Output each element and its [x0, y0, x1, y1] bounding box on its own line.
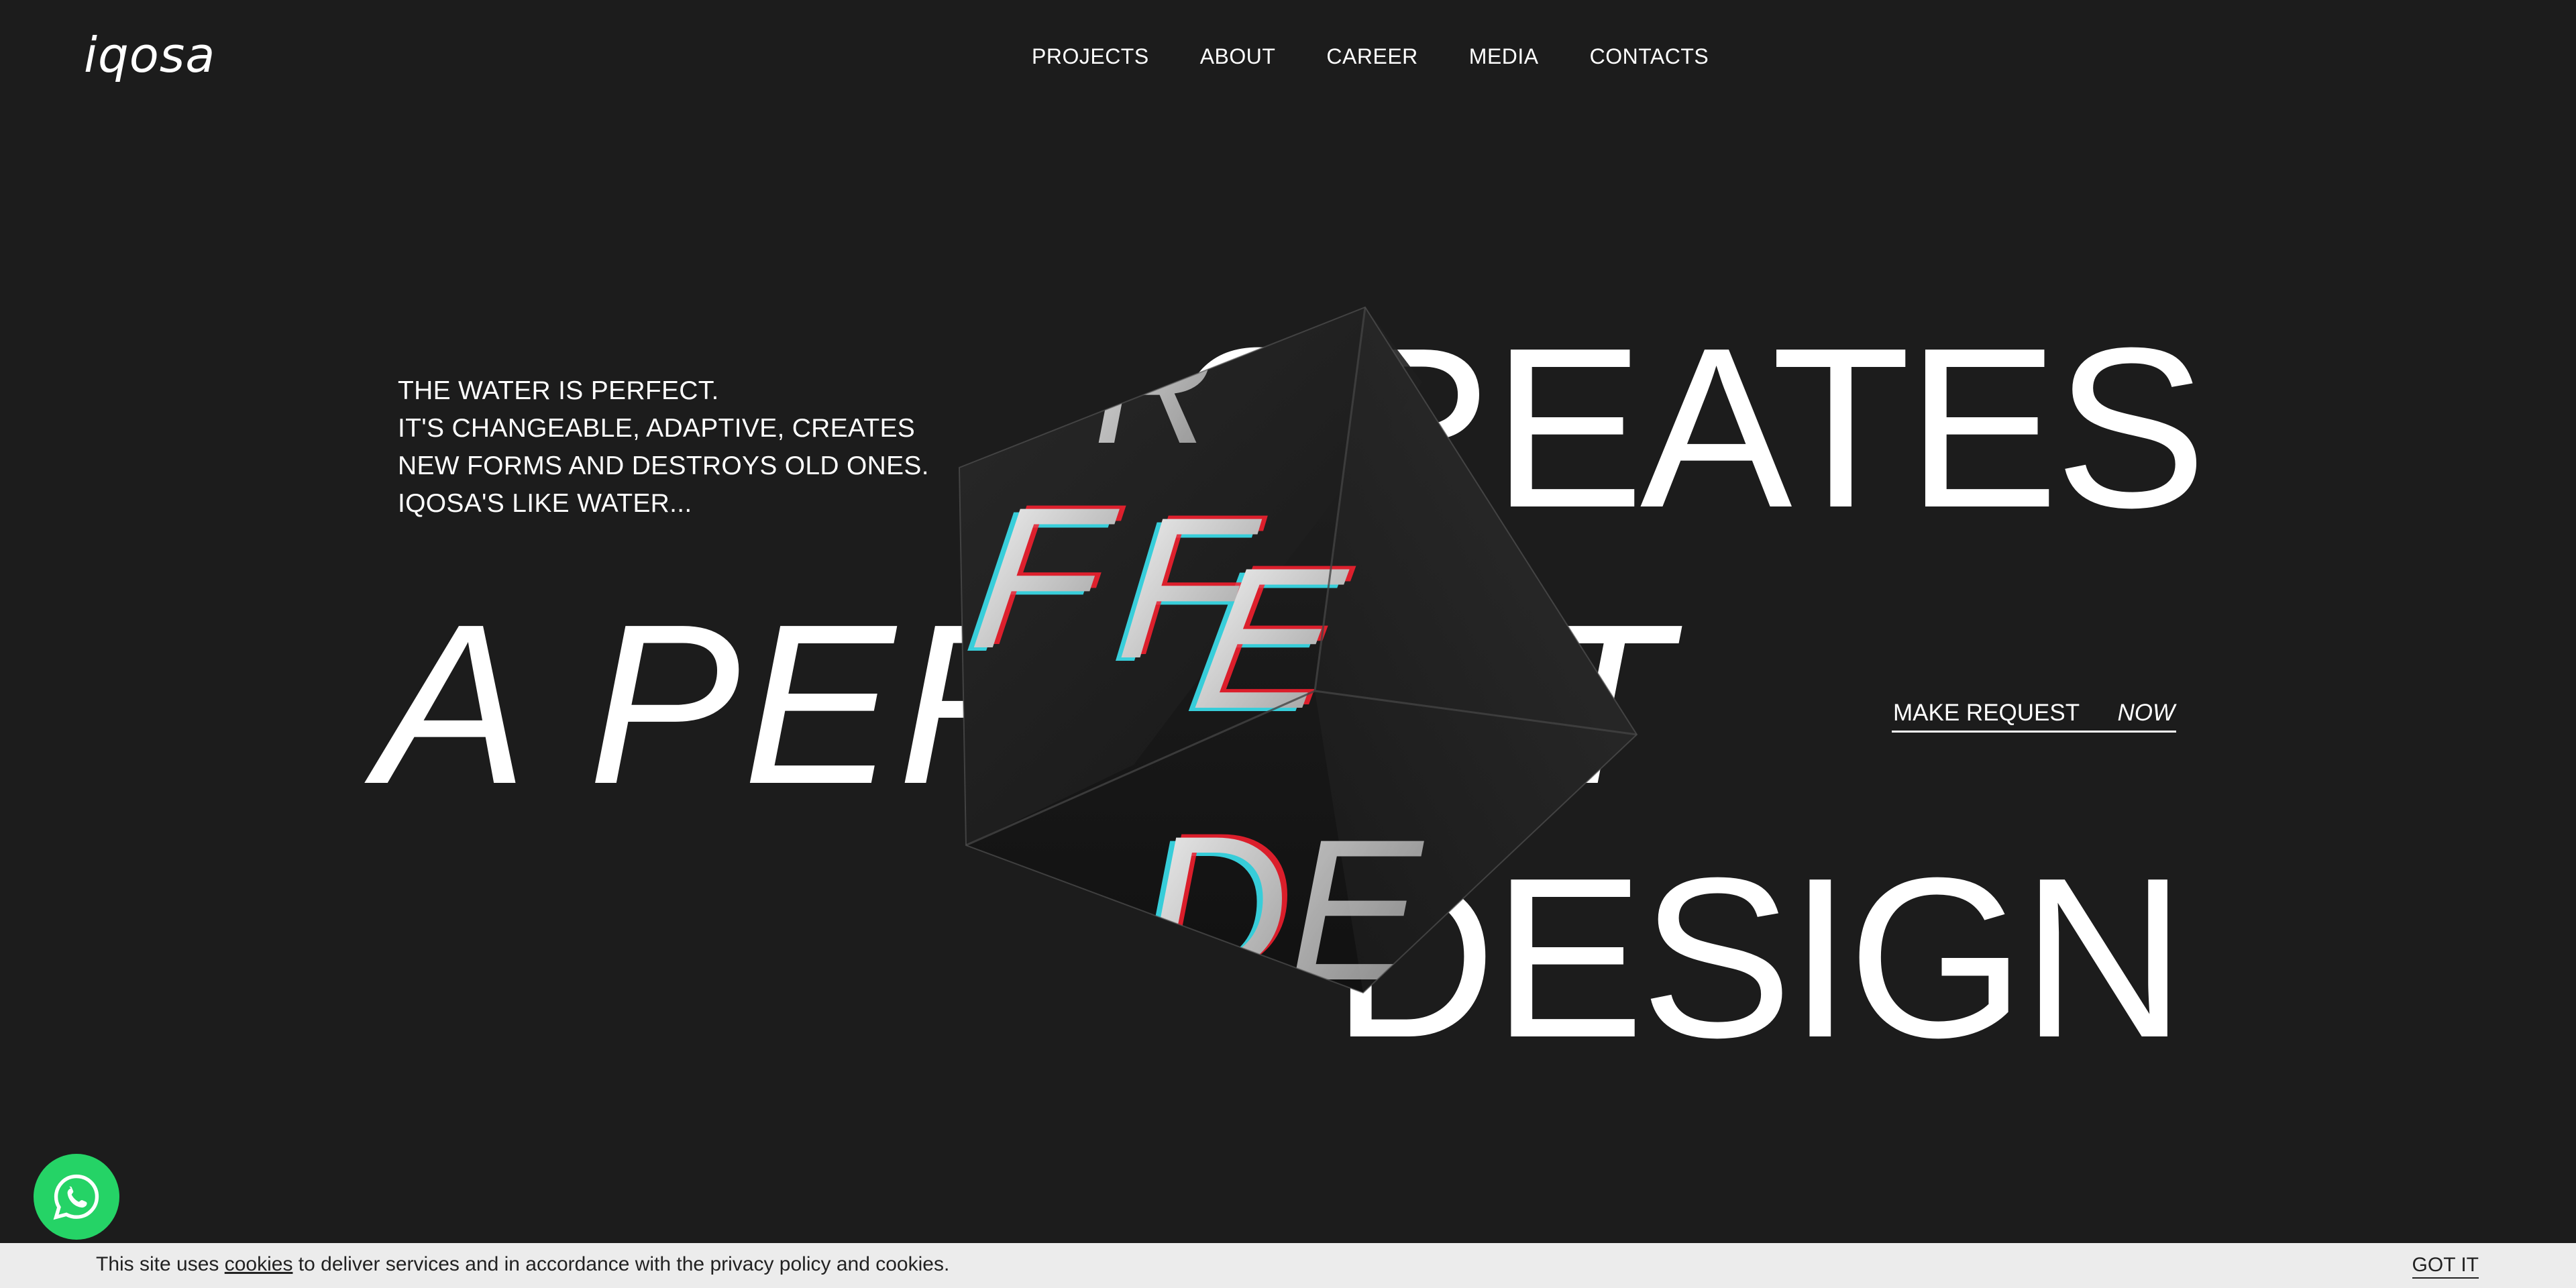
whatsapp-icon: [53, 1174, 99, 1220]
logo[interactable]: iqosa: [84, 27, 215, 83]
nav-projects[interactable]: PROJECTS: [1032, 42, 1149, 71]
make-request-button[interactable]: MAKE REQUEST NOW: [1892, 696, 2176, 733]
intro-line: THE WATER IS PERFECT.: [398, 376, 719, 405]
make-request-now: NOW: [2117, 700, 2175, 726]
cookie-text: This site uses cookies to deliver servic…: [96, 1253, 949, 1276]
nav-media[interactable]: MEDIA: [1469, 42, 1539, 71]
main-nav: PROJECTS ABOUT CAREER MEDIA CONTACTS: [1032, 42, 1709, 71]
glass-cube: F F E D F F E D F F E D E R: [953, 302, 1650, 1000]
got-it-button[interactable]: GOT IT: [2412, 1253, 2479, 1279]
intro-line: NEW FORMS AND DESTROYS OLD ONES.: [398, 451, 929, 480]
intro-line: IQOSA'S LIKE WATER...: [398, 489, 692, 518]
intro-line: IT'S CHANGEABLE, ADAPTIVE, CREATES: [398, 414, 916, 443]
page: iqosa PROJECTS ABOUT CAREER MEDIA CONTAC…: [0, 0, 2576, 1288]
intro-text: THE WATER IS PERFECT. IT'S CHANGEABLE, A…: [398, 372, 929, 523]
nav-career[interactable]: CAREER: [1326, 42, 1417, 71]
svg-text:E: E: [1288, 797, 1426, 1000]
cookie-prefix: This site uses: [96, 1253, 225, 1275]
nav-contacts[interactable]: CONTACTS: [1590, 42, 1709, 71]
cookie-suffix: to deliver services and in accordance wi…: [292, 1253, 950, 1275]
svg-text:D: D: [1143, 794, 1289, 1000]
make-request-label: MAKE REQUEST: [1893, 700, 2080, 726]
cookie-bar: This site uses cookies to deliver servic…: [0, 1243, 2576, 1288]
nav-about[interactable]: ABOUT: [1200, 42, 1276, 71]
whatsapp-button[interactable]: [34, 1154, 119, 1240]
cookies-link[interactable]: cookies: [225, 1253, 293, 1275]
glass-cube-graphic: F F E D F F E D F F E D E R: [958, 306, 1638, 1000]
